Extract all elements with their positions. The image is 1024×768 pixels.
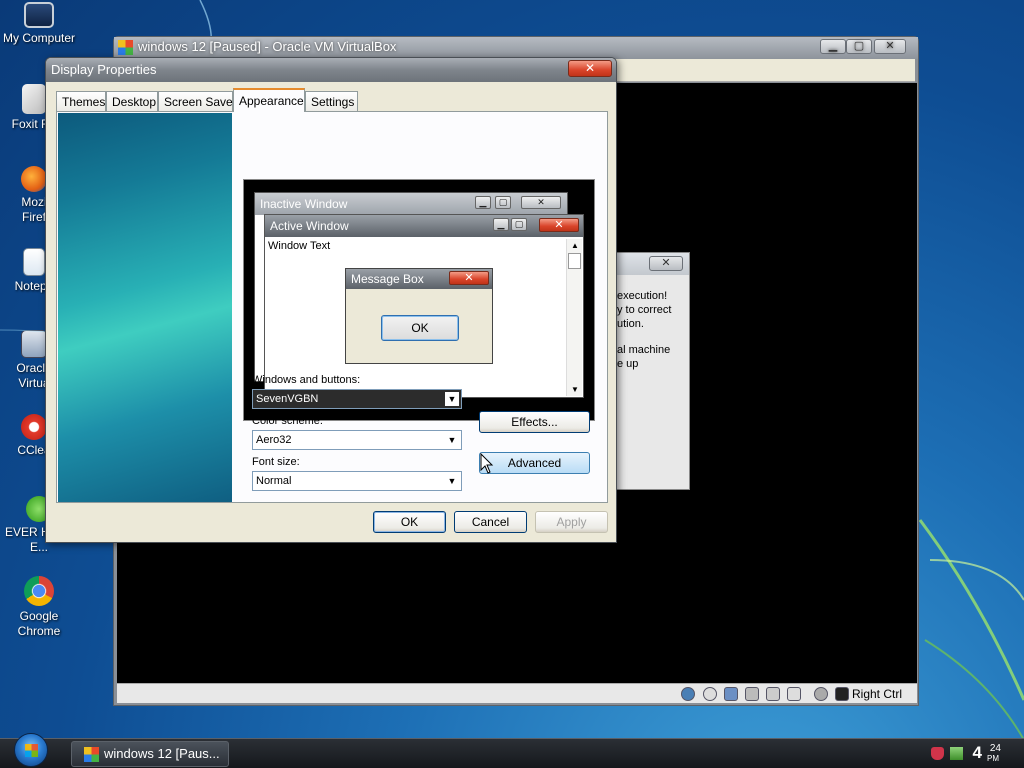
- display-properties-dialog: Display Properties ✕ Themes Desktop Scre…: [45, 57, 617, 543]
- cancel-button[interactable]: Cancel: [454, 511, 527, 533]
- start-button[interactable]: [14, 733, 48, 767]
- windows-logo-icon: [25, 744, 38, 757]
- vbox-titlebar[interactable]: windows 12 [Paused] - Oracle VM VirtualB…: [114, 37, 918, 59]
- desktop-icon-label: My Computer: [2, 31, 76, 45]
- vbox-title: windows 12 [Paused] - Oracle VM VirtualB…: [138, 39, 397, 54]
- apply-button[interactable]: Apply: [535, 511, 608, 533]
- error-text-line: ution.: [617, 318, 644, 330]
- guest-error-dialog: ✕ execution! y to correct ution. al mach…: [612, 252, 690, 490]
- preview-inactive-titlebar: Inactive Window ▁ ▢ ✕: [255, 193, 567, 215]
- scroll-thumb: [568, 253, 581, 269]
- windows-logo-icon: [84, 747, 99, 762]
- hard-disk-icon[interactable]: [681, 687, 695, 701]
- ccleaner-icon: [21, 414, 47, 440]
- chrome-icon: [24, 576, 54, 606]
- security-shield-icon[interactable]: [931, 747, 944, 760]
- desktop-icon-label: Google Chrome: [17, 609, 61, 638]
- error-text-line: e up: [617, 358, 639, 370]
- close-icon: ✕: [521, 196, 561, 209]
- ok-button[interactable]: OK: [373, 511, 446, 533]
- dialog-close-button[interactable]: ✕: [568, 60, 612, 77]
- advanced-button[interactable]: Advanced: [479, 452, 590, 474]
- effects-button[interactable]: Effects...: [479, 411, 590, 433]
- minimize-icon: ▁: [493, 218, 509, 231]
- close-button[interactable]: ✕: [649, 256, 683, 271]
- dropdown-arrow-icon: ▼: [445, 392, 459, 406]
- notepad-icon: [23, 248, 45, 276]
- preview-scrollbar: ▲ ▼: [566, 239, 582, 396]
- appearance-panel: Inactive Window ▁ ▢ ✕ Active Window ▁ ▢ …: [56, 111, 608, 503]
- display-icon[interactable]: [787, 687, 801, 701]
- tab-desktop[interactable]: Desktop: [106, 91, 158, 111]
- network-tray-icon[interactable]: [950, 747, 963, 760]
- desktop-icon-my-computer[interactable]: My Computer: [0, 2, 79, 46]
- error-text-line: al machine: [617, 344, 671, 356]
- inactive-window-title: Inactive Window: [260, 197, 348, 211]
- preview-ok-button: OK: [381, 315, 459, 341]
- dialog-title: Display Properties: [51, 62, 157, 77]
- usb-icon[interactable]: [724, 687, 738, 701]
- window-text-sample: Window Text: [268, 240, 331, 252]
- windows-buttons-value: SevenVGBN: [256, 393, 319, 405]
- vbox-statusbar: Right Ctrl: [117, 683, 917, 703]
- taskbar-item-virtualbox[interactable]: windows 12 [Paus...: [71, 741, 229, 767]
- clock-minutes: 24: [989, 743, 1001, 754]
- taskbar: windows 12 [Paus... 4 24 PM: [0, 733, 1024, 768]
- dropdown-arrow-icon: ▼: [445, 474, 459, 488]
- color-scheme-value: Aero32: [256, 434, 292, 446]
- active-window-title: Active Window: [270, 219, 349, 233]
- message-box-titlebar: Message Box ✕: [346, 269, 492, 289]
- foxit-reader-icon: [22, 84, 46, 114]
- wallpaper-preview: [58, 113, 232, 502]
- tab-screen-saver[interactable]: Screen Saver: [158, 91, 237, 111]
- guest-error-titlebar: ✕: [613, 253, 689, 275]
- error-text-line: y to correct: [617, 304, 672, 316]
- maximize-icon: ▢: [495, 196, 511, 209]
- dropdown-arrow-icon: ▼: [445, 433, 459, 447]
- close-button[interactable]: ✕: [874, 39, 906, 54]
- close-icon: ✕: [449, 271, 489, 285]
- dialog-titlebar[interactable]: Display Properties: [46, 58, 616, 82]
- mouse-integration-icon[interactable]: [814, 687, 828, 701]
- preview-active-titlebar: Active Window ▁ ▢ ✕: [265, 215, 583, 237]
- minimize-icon: ▁: [475, 196, 491, 209]
- minimize-button[interactable]: ▁: [820, 39, 846, 54]
- color-scheme-select[interactable]: Aero32 ▼: [252, 430, 462, 450]
- windows-buttons-label: Windows and buttons:: [252, 374, 361, 386]
- clock-hour: 4: [972, 743, 982, 762]
- taskbar-item-label: windows 12 [Paus...: [104, 746, 220, 761]
- optical-drive-icon[interactable]: [703, 687, 717, 701]
- color-scheme-label: Color scheme:: [252, 415, 323, 427]
- maximize-button[interactable]: ▢: [846, 39, 872, 54]
- tab-appearance[interactable]: Appearance: [233, 88, 305, 112]
- preview-message-box: Message Box ✕ OK: [345, 268, 493, 364]
- windows-logo-icon: [118, 40, 133, 55]
- virtualbox-icon: [21, 330, 47, 358]
- error-text-line: execution!: [617, 290, 668, 302]
- maximize-icon: ▢: [511, 218, 527, 231]
- shared-folder-icon[interactable]: [766, 687, 780, 701]
- desktop-icon-chrome[interactable]: Google Chrome: [0, 576, 79, 639]
- preview-active-window: Active Window ▁ ▢ ✕ Window Text ▲ ▼ Mess…: [264, 214, 584, 398]
- font-size-label: Font size:: [252, 456, 300, 468]
- windows-buttons-select[interactable]: SevenVGBN ▼: [252, 389, 462, 409]
- scroll-down-arrow-icon: ▼: [571, 385, 579, 394]
- network-icon[interactable]: [745, 687, 759, 701]
- desktop-icon-label: Mozi Firef: [21, 195, 47, 224]
- scroll-up-arrow-icon: ▲: [571, 241, 579, 250]
- font-size-value: Normal: [256, 475, 292, 487]
- host-key-icon: [835, 687, 849, 701]
- mouse-cursor-icon: [480, 453, 494, 474]
- message-box-title: Message Box: [351, 272, 424, 286]
- clock-ampm: PM: [987, 754, 999, 763]
- host-key-label: Right Ctrl: [852, 687, 903, 701]
- close-icon: ✕: [539, 218, 579, 232]
- computer-icon: [24, 2, 54, 28]
- firefox-icon: [21, 166, 47, 192]
- font-size-select[interactable]: Normal ▼: [252, 471, 462, 491]
- tab-settings[interactable]: Settings: [305, 91, 358, 111]
- tab-themes[interactable]: Themes: [56, 91, 106, 111]
